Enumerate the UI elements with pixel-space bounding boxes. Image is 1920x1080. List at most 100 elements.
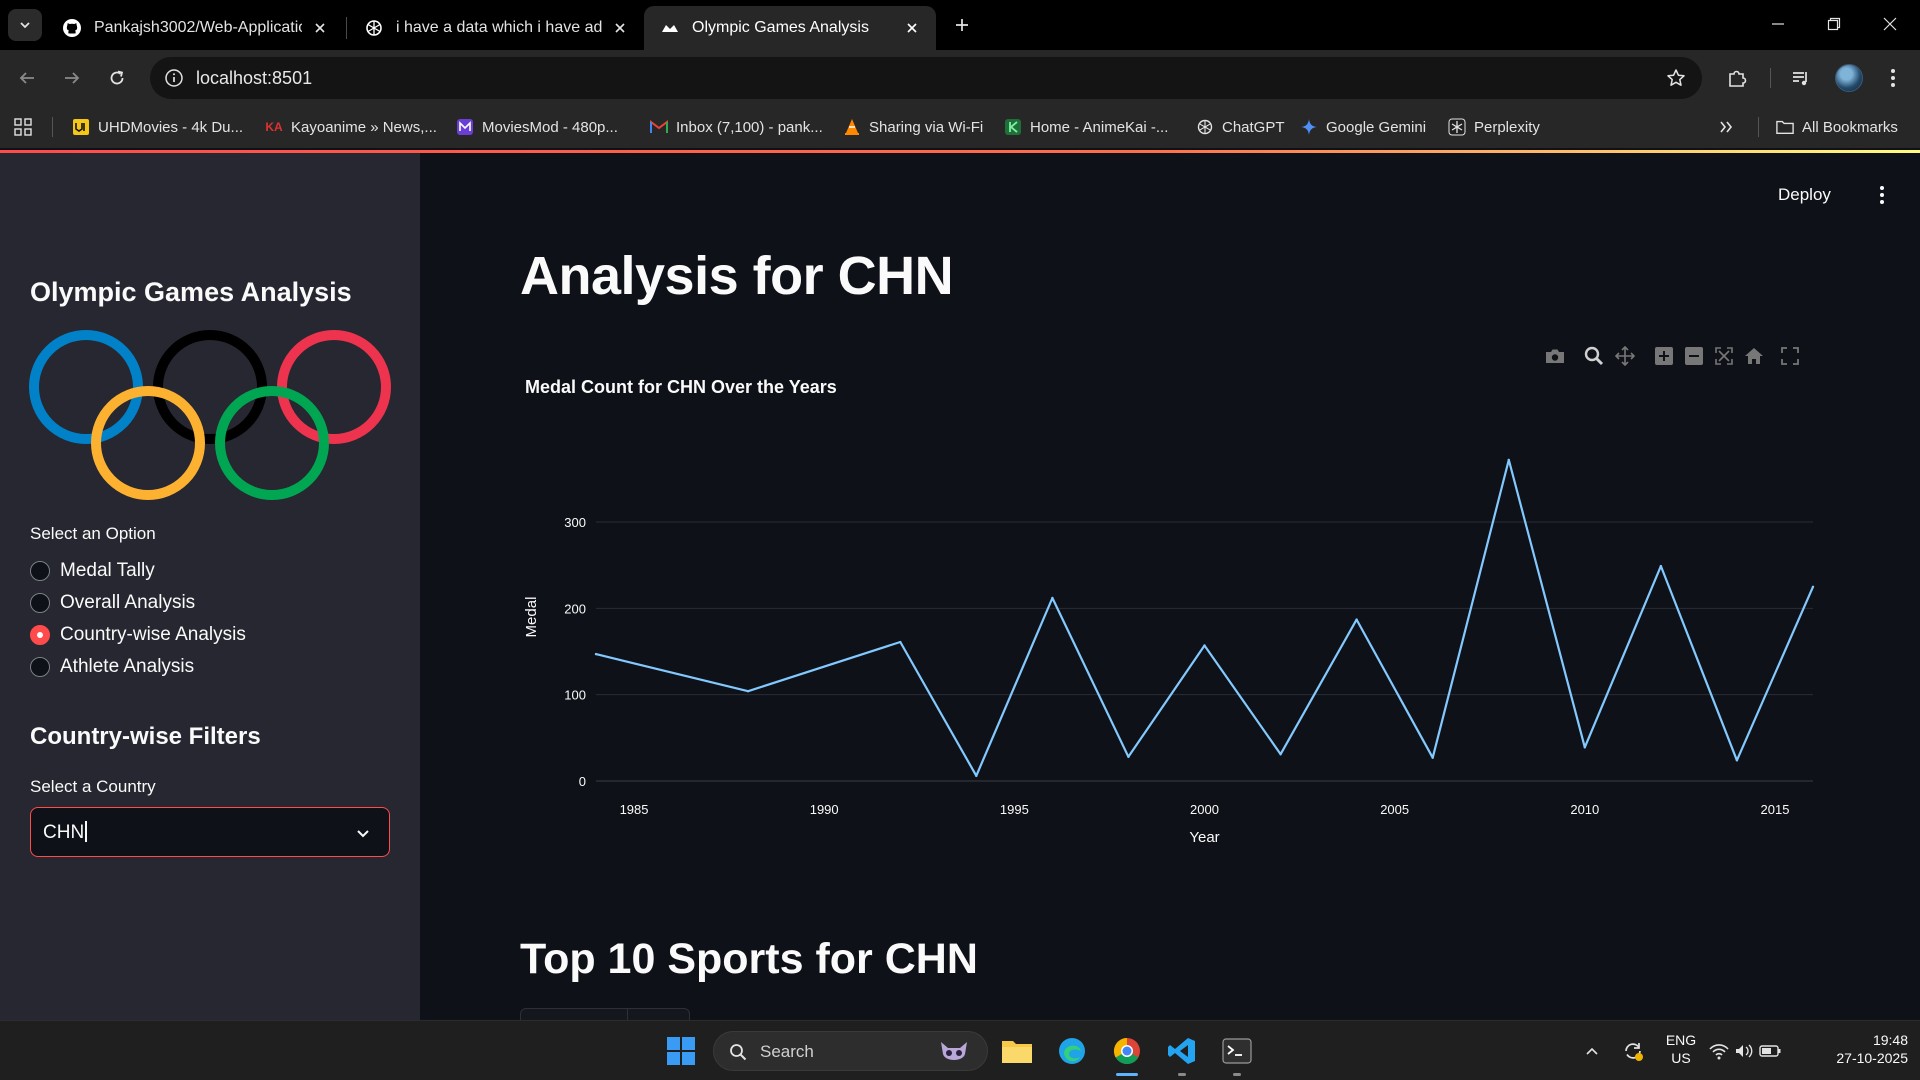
taskbar-vscode[interactable] <box>1162 1031 1202 1071</box>
section-title: Top 10 Sports for CHN <box>520 935 978 983</box>
bookmark-moviesmod[interactable]: MoviesMod - 480p... <box>456 114 618 140</box>
chevron-down-icon[interactable] <box>353 823 373 843</box>
bookmark-chatgpt[interactable]: ChatGPT <box>1196 114 1285 140</box>
tab-olympic-games-analysis[interactable]: Olympic Games Analysis <box>644 6 936 50</box>
bookmark-label: Kayoanime » News,... <box>291 118 437 136</box>
language-indicator[interactable]: ENG US <box>1658 1031 1704 1067</box>
kebab-menu-icon <box>1891 69 1895 87</box>
x-tick-label: 1985 <box>620 802 649 817</box>
data-point <box>975 774 978 778</box>
y-tick-label: 100 <box>564 688 586 703</box>
start-button[interactable] <box>661 1031 701 1071</box>
system-clock[interactable]: 19:48 27-10-2025 <box>1808 1031 1908 1067</box>
bookmark-gmail[interactable]: Inbox (7,100) - pank... <box>650 114 823 140</box>
country-selectbox[interactable]: CHN <box>30 807 390 857</box>
bookmarks-bar: UHDMovies - 4k Du... KA Kayoanime » News… <box>0 106 1920 148</box>
reload-button[interactable] <box>101 62 133 94</box>
close-tab-icon[interactable] <box>902 18 922 38</box>
data-point <box>1355 618 1358 621</box>
sidebar-title: Olympic Games Analysis <box>30 277 352 307</box>
extensions-button[interactable] <box>1724 65 1750 91</box>
edge-icon <box>1059 1038 1085 1064</box>
data-point <box>1507 458 1510 462</box>
bookmark-animekai[interactable]: Home - AnimeKai -... <box>1004 114 1168 140</box>
double-chevron-right-icon <box>1720 121 1733 133</box>
radio-overall-analysis[interactable]: Overall Analysis <box>30 591 195 615</box>
m-icon <box>456 118 474 136</box>
uhd-icon <box>72 118 90 136</box>
bookmark-kayoanime[interactable]: KA Kayoanime » News,... <box>265 114 437 140</box>
radio-label: Athlete Analysis <box>60 656 195 677</box>
minimize-button[interactable] <box>1750 0 1806 48</box>
radio-medal-tally[interactable]: Medal Tally <box>30 559 155 583</box>
gmail-icon <box>650 118 668 136</box>
text-cursor <box>85 821 87 842</box>
more-bookmarks-button[interactable] <box>1718 114 1734 140</box>
taskbar-file-explorer[interactable] <box>997 1031 1037 1071</box>
close-window-button[interactable] <box>1862 0 1918 48</box>
radio-country-wise-analysis[interactable]: Country-wise Analysis <box>30 623 246 647</box>
data-point <box>1583 746 1587 749</box>
bookmark-gemini[interactable]: Google Gemini <box>1300 114 1426 140</box>
tab-github[interactable]: Pankajsh3002/Web-Application <box>46 6 344 50</box>
gemini-icon <box>1300 118 1318 136</box>
olympic-rings-logo <box>29 330 391 500</box>
sync-status-button[interactable] <box>1613 1031 1653 1071</box>
tab-title: i have a data which i have adde <box>396 19 602 36</box>
data-point <box>1659 564 1663 568</box>
browser-tab-strip: Pankajsh3002/Web-Application i have a da… <box>0 0 1920 50</box>
tab-title: Olympic Games Analysis <box>692 19 869 36</box>
tab-chatgpt[interactable]: i have a data which i have adde <box>348 6 644 50</box>
arrow-left-icon <box>19 72 34 84</box>
bookmark-label: Home - AnimeKai -... <box>1030 118 1169 136</box>
restore-button[interactable] <box>1806 0 1862 48</box>
taskbar-search-box[interactable]: Search <box>713 1031 988 1071</box>
bookmark-sharing-wifi[interactable]: Sharing via Wi-Fi <box>843 114 983 140</box>
reload-icon <box>110 70 124 85</box>
y-axis-title: Medal <box>523 597 540 638</box>
folder-icon <box>1776 118 1794 136</box>
new-tab-button[interactable] <box>950 13 974 37</box>
y-tick-label: 200 <box>564 601 586 616</box>
bookmark-perplexity[interactable]: Perplexity <box>1448 114 1540 140</box>
bookmark-label: ChatGPT <box>1222 118 1285 136</box>
back-button[interactable] <box>11 62 43 94</box>
y-tick-label: 0 <box>579 774 586 789</box>
bookmark-star-icon[interactable] <box>1664 66 1688 90</box>
bookmark-label: Sharing via Wi-Fi <box>869 118 984 136</box>
bookmark-label: Perplexity <box>1474 118 1540 136</box>
address-bar[interactable]: localhost:8501 <box>150 57 1702 99</box>
medal-count-chart[interactable]: 0 100 200 300 1985 1990 1995 2000 2005 2010 2015 Ye… <box>420 153 1920 873</box>
data-point <box>1051 596 1054 600</box>
bookmark-uhdmovies[interactable]: UHDMovies - 4k Du... <box>72 114 243 140</box>
taskbar-terminal[interactable] <box>1217 1031 1257 1071</box>
taskbar-edge[interactable] <box>1052 1031 1092 1071</box>
close-tab-icon[interactable] <box>610 18 630 38</box>
site-info-icon[interactable] <box>162 66 186 90</box>
bookmark-label: Inbox (7,100) - pank... <box>676 118 823 136</box>
forward-button[interactable] <box>56 62 88 94</box>
tab-search-button[interactable] <box>8 9 42 41</box>
sidebar: Olympic Games Analysis Select an Option … <box>0 153 420 1020</box>
media-controls-button[interactable] <box>1788 65 1814 91</box>
close-tab-icon[interactable] <box>310 18 330 38</box>
taskbar-chrome[interactable] <box>1107 1031 1147 1071</box>
language-code: ENG <box>1665 1032 1697 1048</box>
dataframe-toolbar <box>520 1008 690 1021</box>
vscode-icon <box>1168 1038 1195 1064</box>
quick-settings-button[interactable] <box>1706 1031 1786 1071</box>
data-point <box>1127 755 1130 759</box>
chrome-menu-button[interactable] <box>1880 65 1906 91</box>
all-bookmarks-button[interactable]: All Bookmarks <box>1776 114 1898 140</box>
show-hidden-icons-button[interactable] <box>1572 1031 1612 1071</box>
apps-button[interactable] <box>14 114 32 140</box>
toolbar-divider <box>1770 68 1771 88</box>
vlc-icon <box>843 118 861 136</box>
url-text: localhost:8501 <box>196 68 313 88</box>
bookmarks-divider <box>1758 117 1759 137</box>
radio-athlete-analysis[interactable]: Athlete Analysis <box>30 655 194 679</box>
data-point <box>899 640 902 644</box>
network-volume-battery-icons <box>1709 1044 1781 1060</box>
profile-avatar[interactable] <box>1835 64 1863 92</box>
close-icon <box>1883 17 1897 31</box>
